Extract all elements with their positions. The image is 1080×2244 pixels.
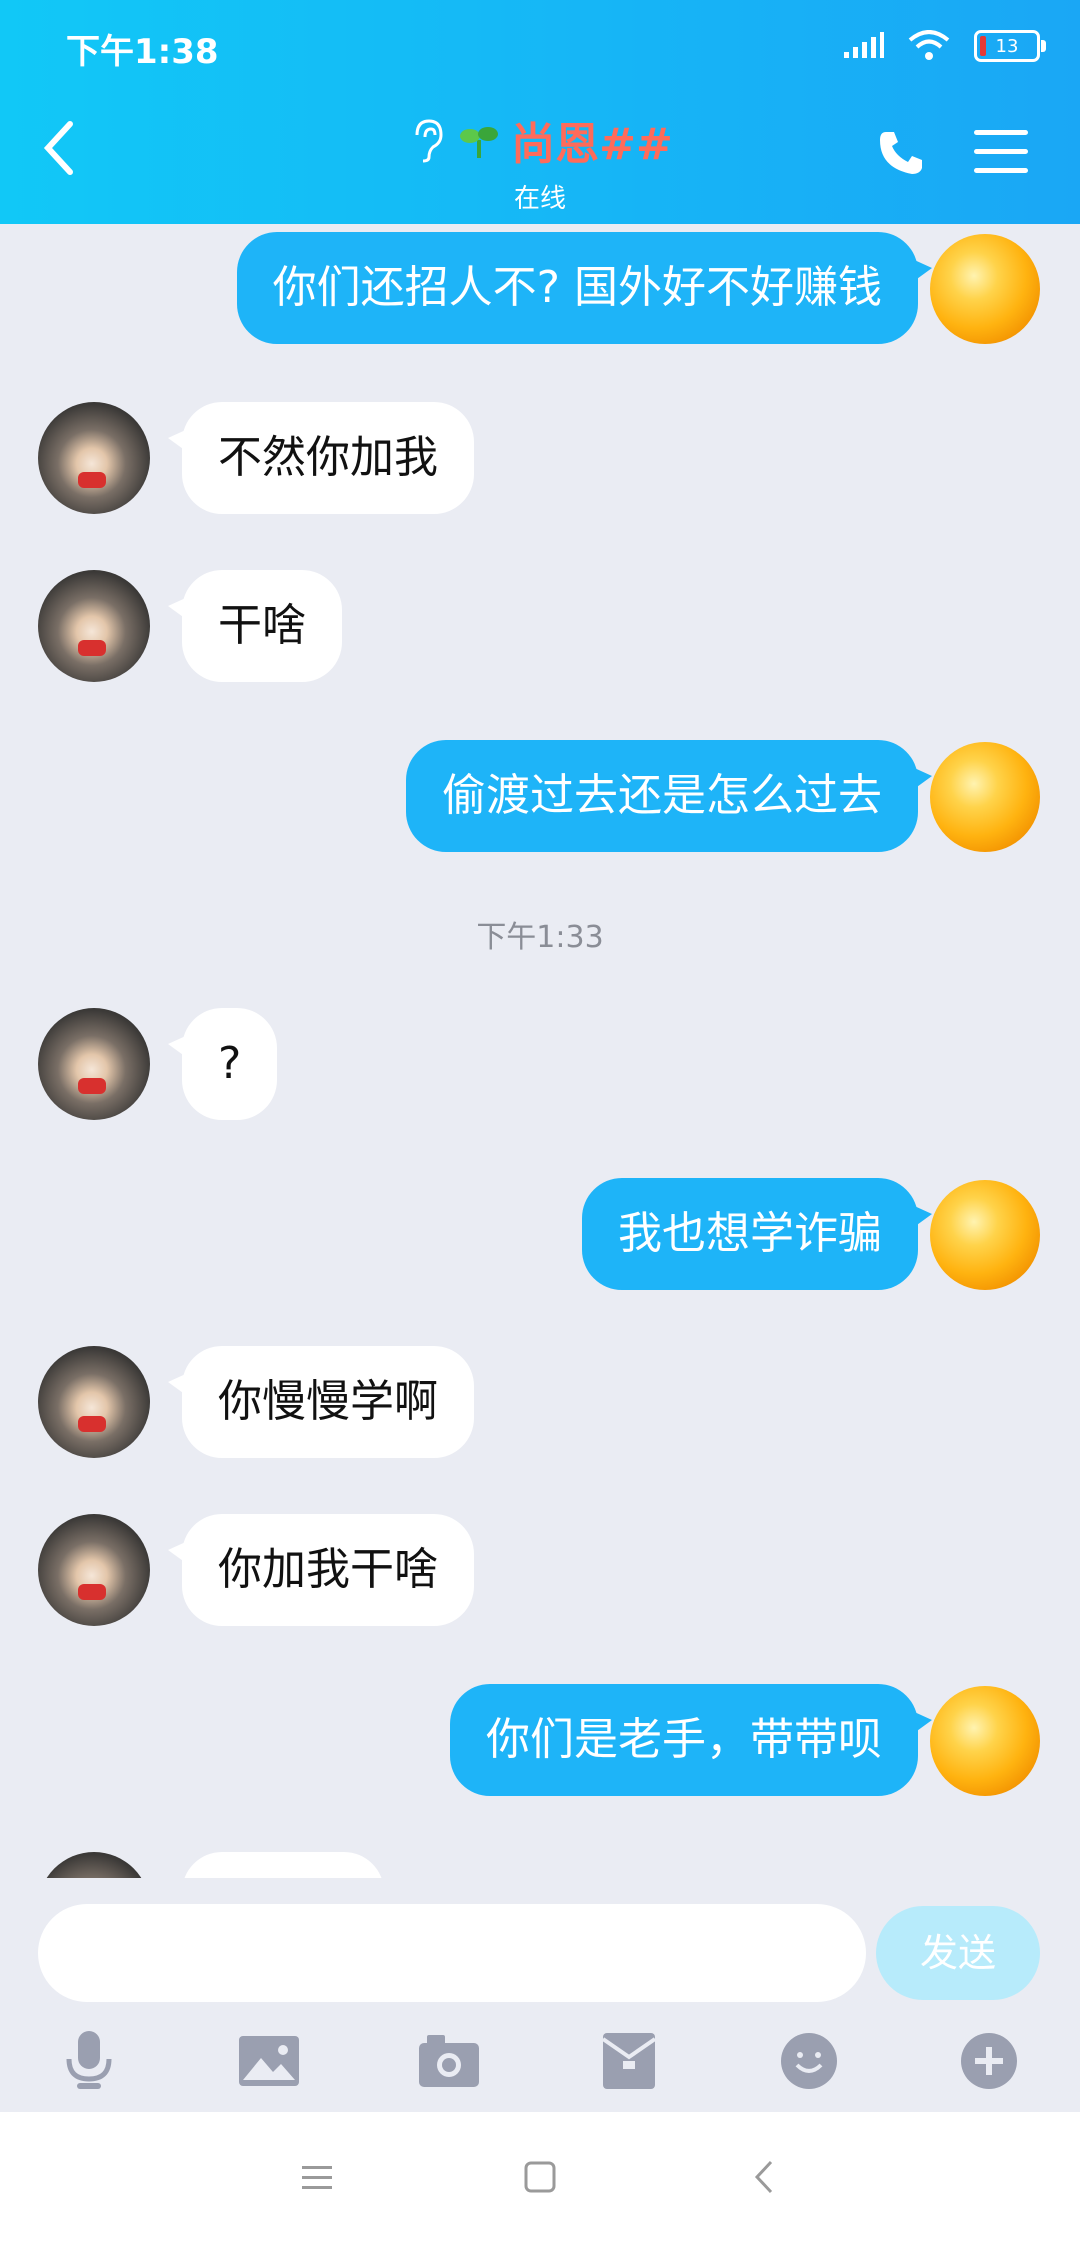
chat-toolbar — [0, 2026, 1080, 2106]
self-avatar[interactable] — [930, 1686, 1040, 1796]
message-bubble-self[interactable]: 我也想学诈骗 — [582, 1178, 932, 1290]
microphone-icon[interactable] — [54, 2026, 124, 2096]
menu-icon[interactable] — [974, 130, 1028, 176]
message-bubble-other[interactable]: ? — [167, 1008, 278, 1120]
battery-icon: 13 — [974, 30, 1046, 62]
message-bubble-self[interactable]: 你们是老手，带带呗 — [450, 1684, 932, 1796]
online-status: 在线 — [513, 184, 566, 214]
sprout-icon — [460, 127, 499, 158]
system-nav-bar — [0, 2112, 1080, 2244]
message-bubble-other[interactable]: 不然你加我 — [168, 402, 474, 514]
plus-icon[interactable] — [954, 2026, 1024, 2096]
ear-icon — [415, 119, 443, 163]
camera-icon[interactable] — [414, 2026, 484, 2096]
contact-avatar[interactable] — [38, 1852, 150, 1878]
status-time: 下午1:38 — [66, 32, 219, 72]
home-icon[interactable] — [515, 2152, 565, 2202]
message-row-partial — [0, 1852, 1080, 1878]
recent-apps-icon[interactable] — [292, 2152, 342, 2202]
message-bubble-other[interactable]: 干啥 — [168, 570, 342, 682]
contact-avatar[interactable] — [38, 1008, 150, 1120]
send-button[interactable]: 发送 — [876, 1906, 1040, 2000]
message-bubble-other[interactable] — [182, 1852, 384, 1878]
signal-icon — [844, 32, 884, 58]
self-avatar[interactable] — [930, 1180, 1040, 1290]
red-packet-icon[interactable] — [594, 2026, 664, 2096]
message-bubble-self[interactable]: 偷渡过去还是怎么过去 — [406, 740, 932, 852]
contact-avatar[interactable] — [38, 1514, 150, 1626]
chat-header: 下午1:38 13 尚恩## 在线 — [0, 0, 1080, 224]
input-area: 发送 — [0, 1878, 1080, 2112]
message-input[interactable] — [38, 1904, 866, 2002]
message-bubble-self[interactable]: 你们还招人不? 国外好不好赚钱 — [236, 232, 933, 344]
wifi-icon — [908, 30, 950, 60]
contact-avatar[interactable] — [38, 570, 150, 682]
back-nav-icon[interactable] — [740, 2152, 790, 2202]
self-avatar[interactable] — [930, 742, 1040, 852]
battery-level: 13 — [995, 35, 1019, 57]
message-bubble-other[interactable]: 你加我干啥 — [168, 1514, 474, 1626]
message-bubble-other[interactable]: 你慢慢学啊 — [168, 1346, 474, 1458]
contact-avatar[interactable] — [38, 402, 150, 514]
emoji-icon[interactable] — [774, 2026, 844, 2096]
chat-title: 尚恩## — [511, 119, 673, 170]
phone-icon[interactable] — [876, 128, 926, 178]
message-timestamp: 下午1:33 — [476, 920, 604, 955]
contact-avatar[interactable] — [38, 1346, 150, 1458]
image-icon[interactable] — [234, 2026, 304, 2096]
status-icons: 13 — [842, 26, 1046, 66]
self-avatar[interactable] — [930, 234, 1040, 344]
